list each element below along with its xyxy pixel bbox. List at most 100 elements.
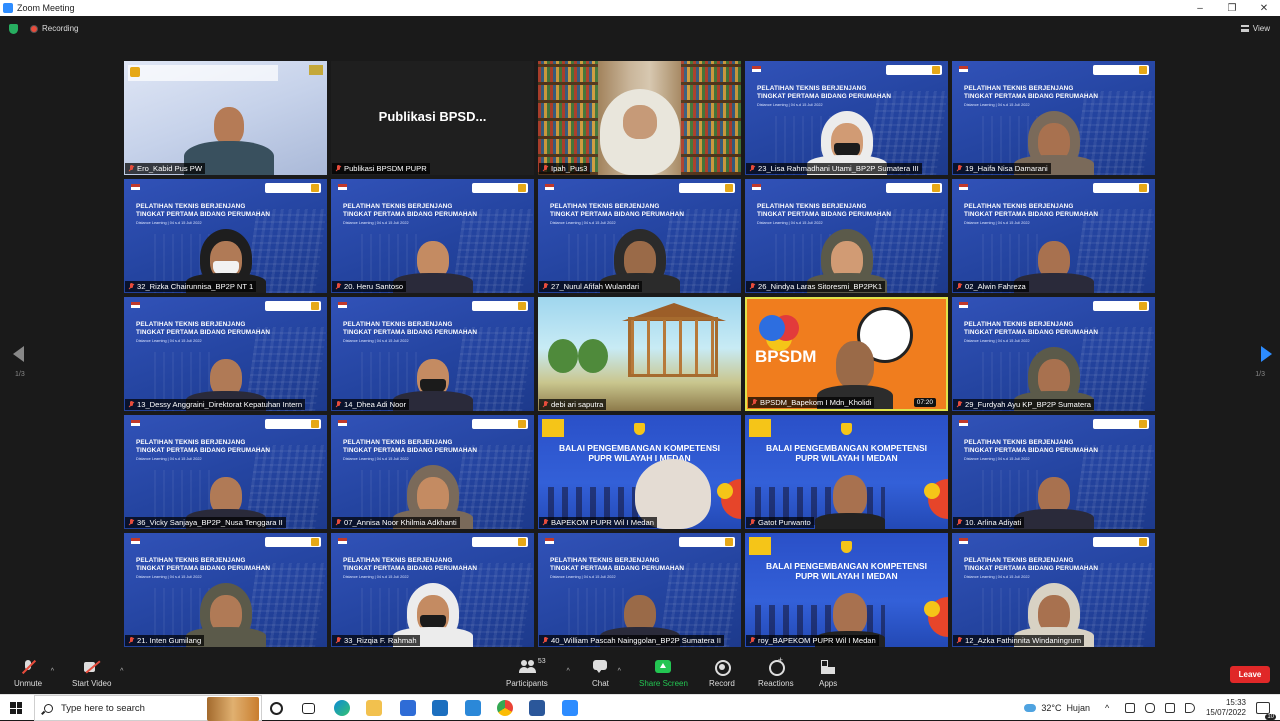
restore-button[interactable]: ❐ bbox=[1216, 0, 1248, 16]
participant-video-tile[interactable]: PELATIHAN TEKNIS BERJENJANG TINGKAT PERTA… bbox=[952, 61, 1155, 175]
participant-video-tile[interactable]: BPSDM 07:20 BPSDM_Bapekom I Mdn_Kholidi bbox=[745, 297, 948, 411]
leave-button[interactable]: Leave bbox=[1230, 666, 1270, 683]
zoom-taskbar-icon[interactable] bbox=[562, 700, 578, 716]
participant-name-label: 10. Arlina Adiyati bbox=[953, 517, 1025, 528]
microphone-icon[interactable] bbox=[1144, 703, 1155, 713]
participant-video-tile[interactable]: PELATIHAN TEKNIS BERJENJANG TINGKAT PERTA… bbox=[952, 533, 1155, 647]
edge-browser-icon[interactable] bbox=[334, 700, 350, 716]
participant-video-tile[interactable]: PELATIHAN TEKNIS BERJENJANG TINGKAT PERTA… bbox=[124, 415, 327, 529]
record-button[interactable]: Record bbox=[709, 660, 735, 688]
virtual-bg-title: PELATIHAN TEKNIS BERJENJANG TINGKAT PERTA… bbox=[964, 85, 1099, 100]
participant-video-tile[interactable]: PELATIHAN TEKNIS BERJENJANG TINGKAT PERTA… bbox=[124, 297, 327, 411]
recording-indicator[interactable]: Recording bbox=[30, 24, 78, 33]
participant-video-tile[interactable]: BALAI PENGEMBANGAN KOMPETENSI PUPR WILAYA… bbox=[538, 415, 741, 529]
windows-start-icon[interactable] bbox=[10, 702, 22, 714]
reactions-button[interactable]: Reactions bbox=[758, 655, 794, 688]
participant-video-tile[interactable]: PELATIHAN TEKNIS BERJENJANG TINGKAT PERTA… bbox=[538, 533, 741, 647]
previous-page-arrow-icon[interactable] bbox=[13, 346, 24, 362]
speaking-timer: 07:20 bbox=[913, 398, 936, 407]
network-icon[interactable] bbox=[1124, 703, 1135, 713]
virtual-bg-title: PELATIHAN TEKNIS BERJENJANG TINGKAT PERTA… bbox=[964, 321, 1099, 336]
slide-logo-badge bbox=[472, 301, 528, 311]
start-video-button[interactable]: Start Video ^ bbox=[72, 660, 123, 688]
microsoft-store-icon[interactable] bbox=[400, 700, 416, 716]
participant-video-tile[interactable]: PELATIHAN TEKNIS BERJENJANG TINGKAT PERTA… bbox=[952, 179, 1155, 293]
slide-flag-icon bbox=[959, 66, 968, 72]
slide-logo-badge bbox=[886, 183, 942, 193]
participant-video-tile[interactable]: PELATIHAN TEKNIS BERJENJANG TINGKAT PERTA… bbox=[538, 179, 741, 293]
unmute-button[interactable]: Unmute ^ bbox=[14, 660, 54, 688]
weather-widget[interactable]: 32°C Hujan bbox=[1024, 703, 1090, 713]
slide-logo-badge bbox=[265, 301, 321, 311]
slide-flag-icon bbox=[959, 420, 968, 426]
volume-icon[interactable] bbox=[1184, 703, 1195, 713]
participant-video-tile[interactable]: Ero_Kabid Pus PW bbox=[124, 61, 327, 175]
security-shield-icon[interactable] bbox=[9, 24, 18, 34]
show-hidden-icons-chevron-icon[interactable]: ^ bbox=[1105, 703, 1115, 713]
balai-accent-shape bbox=[924, 601, 940, 617]
participant-video-tile[interactable]: PELATIHAN TEKNIS BERJENJANG TINGKAT PERTA… bbox=[124, 533, 327, 647]
video-options-caret-icon[interactable]: ^ bbox=[120, 668, 123, 675]
participant-video-tile[interactable]: PELATIHAN TEKNIS BERJENJANG TINGKAT PERTA… bbox=[952, 297, 1155, 411]
pupr-crest-icon bbox=[841, 541, 852, 553]
participant-video-tile[interactable]: PELATIHAN TEKNIS BERJENJANG TINGKAT PERTA… bbox=[331, 533, 534, 647]
chat-icon bbox=[592, 660, 608, 674]
participant-video-tile[interactable]: Publikasi BPSD... Publikasi BPSDM PUPR bbox=[331, 61, 534, 175]
bookshelf-graphic bbox=[538, 61, 598, 175]
task-view-icon[interactable] bbox=[302, 703, 315, 714]
participants-button[interactable]: 53 Participants ^ bbox=[506, 658, 570, 688]
share-screen-button[interactable]: Share Screen bbox=[639, 660, 688, 688]
slide-flag-icon bbox=[752, 184, 761, 190]
slide-flag-icon bbox=[131, 184, 140, 190]
pupr-crest-icon bbox=[634, 423, 645, 435]
balai-accent-shape bbox=[717, 483, 733, 499]
slide-flag-icon bbox=[338, 420, 347, 426]
chrome-icon[interactable] bbox=[497, 700, 513, 716]
mail-icon[interactable] bbox=[432, 700, 448, 716]
share-screen-label: Share Screen bbox=[639, 679, 688, 688]
muted-mic-icon bbox=[128, 519, 134, 526]
slide-flag-icon bbox=[545, 184, 554, 190]
tree-graphic bbox=[578, 339, 608, 373]
participants-caret-icon[interactable]: ^ bbox=[567, 668, 570, 675]
app-icon[interactable] bbox=[465, 700, 481, 716]
participant-video-tile[interactable]: debi ari saputra bbox=[538, 297, 741, 411]
virtual-bg-title: PELATIHAN TEKNIS BERJENJANG TINGKAT PERTA… bbox=[550, 557, 685, 572]
apps-button[interactable]: Apps bbox=[819, 660, 837, 688]
clock-time: 15:33 bbox=[1225, 698, 1246, 707]
view-button[interactable]: View bbox=[1240, 24, 1270, 33]
display-icon[interactable] bbox=[1164, 703, 1175, 713]
participant-video-tile[interactable]: Ipah_Pus3 bbox=[538, 61, 741, 175]
participant-video-tile[interactable]: PELATIHAN TEKNIS BERJENJANG TINGKAT PERTA… bbox=[331, 297, 534, 411]
file-explorer-icon[interactable] bbox=[366, 700, 382, 716]
participant-video-tile[interactable]: PELATIHAN TEKNIS BERJENJANG TINGKAT PERTA… bbox=[331, 415, 534, 529]
audio-options-caret-icon[interactable]: ^ bbox=[51, 668, 54, 675]
muted-mic-icon bbox=[542, 637, 548, 644]
participant-video-tile[interactable]: BALAI PENGEMBANGAN KOMPETENSI PUPR WILAYA… bbox=[745, 533, 948, 647]
minimize-button[interactable]: – bbox=[1184, 0, 1216, 16]
cortana-icon[interactable] bbox=[270, 702, 283, 715]
word-icon[interactable] bbox=[529, 700, 545, 716]
notification-center-icon[interactable]: 10 bbox=[1256, 702, 1276, 720]
tree-graphic bbox=[548, 339, 578, 373]
participant-name-label: 21. Inten Gumilang bbox=[125, 635, 205, 646]
taskbar-clock[interactable]: 15:33 15/07/2022 bbox=[1206, 698, 1246, 718]
recording-dot-icon bbox=[30, 24, 38, 33]
participant-video-tile[interactable]: BALAI PENGEMBANGAN KOMPETENSI PUPR WILAYA… bbox=[745, 415, 948, 529]
video-gallery-grid: Ero_Kabid Pus PW Publikasi BPSD... Publika… bbox=[124, 61, 1156, 648]
close-button[interactable]: ✕ bbox=[1248, 0, 1280, 16]
participant-video-tile[interactable]: PELATIHAN TEKNIS BERJENJANG TINGKAT PERTA… bbox=[331, 179, 534, 293]
participant-video-tile[interactable]: PELATIHAN TEKNIS BERJENJANG TINGKAT PERTA… bbox=[745, 179, 948, 293]
slide-flag-icon bbox=[545, 538, 554, 544]
page-indicator-right: 1/3 bbox=[1255, 371, 1265, 378]
taskbar-search-box[interactable]: Type here to search bbox=[34, 695, 262, 721]
participant-video-tile[interactable]: PELATIHAN TEKNIS BERJENJANG TINGKAT PERTA… bbox=[745, 61, 948, 175]
chat-button[interactable]: Chat ^ bbox=[592, 660, 621, 688]
participant-video-tile[interactable]: PELATIHAN TEKNIS BERJENJANG TINGKAT PERTA… bbox=[952, 415, 1155, 529]
next-page-arrow-icon[interactable] bbox=[1261, 346, 1272, 362]
balai-accent-shape bbox=[749, 537, 771, 555]
participant-name-label: debi ari saputra bbox=[539, 399, 607, 410]
chat-caret-icon[interactable]: ^ bbox=[618, 668, 621, 675]
kabid-header-graphic bbox=[128, 65, 278, 81]
participant-video-tile[interactable]: PELATIHAN TEKNIS BERJENJANG TINGKAT PERTA… bbox=[124, 179, 327, 293]
